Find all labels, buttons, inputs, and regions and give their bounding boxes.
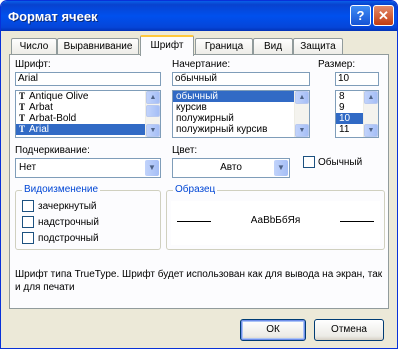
- font-list-item[interactable]: T Arbat: [16, 102, 160, 113]
- tab-number[interactable]: Число: [11, 38, 57, 55]
- size-list[interactable]: 8 9 10 11 ▲ ▼: [335, 90, 379, 138]
- scroll-down-icon[interactable]: ▼: [295, 124, 309, 137]
- scroll-up-icon[interactable]: ▲: [364, 91, 378, 104]
- strikethrough-checkbox[interactable]: [22, 200, 34, 212]
- truetype-icon: T: [19, 113, 26, 123]
- scroll-down-icon[interactable]: ▼: [364, 124, 378, 137]
- scroll-thumb[interactable]: [146, 105, 160, 117]
- close-button[interactable]: ✕: [373, 5, 394, 26]
- style-list-item[interactable]: полужирный курсив: [173, 124, 309, 135]
- truetype-icon: T: [19, 91, 26, 101]
- font-list[interactable]: T Antique Olive T Arbat T Arbat-Bold T Arial…: [15, 90, 161, 138]
- scroll-up-icon[interactable]: ▲: [295, 91, 309, 104]
- font-list-item[interactable]: T Antique Olive: [16, 91, 160, 102]
- font-list-item-selected[interactable]: T Arial: [16, 124, 160, 135]
- preview-box: АаВbБбЯя: [171, 201, 380, 245]
- size-label: Размер:: [318, 59, 356, 70]
- ok-button[interactable]: ОК: [240, 319, 306, 341]
- effects-title: Видоизменение: [22, 184, 101, 195]
- style-list-item-selected[interactable]: обычный: [173, 91, 295, 102]
- title-bar[interactable]: Формат ячеек ? ✕: [1, 1, 397, 31]
- style-list[interactable]: обычный курсив полужирный полужирный кур…: [172, 90, 310, 138]
- superscript-checkbox[interactable]: [22, 216, 34, 228]
- tab-font[interactable]: Шрифт: [140, 35, 194, 56]
- color-label: Цвет:: [172, 145, 198, 156]
- tab-alignment[interactable]: Выравнивание: [57, 38, 139, 55]
- tab-strip: Число Выравнивание Шрифт Граница Вид Защ…: [9, 35, 389, 56]
- style-list-item[interactable]: полужирный: [173, 113, 309, 124]
- preview-sample: АаВbБбЯя: [250, 215, 301, 226]
- chevron-down-icon[interactable]: ▼: [274, 160, 288, 176]
- preview-title: Образец: [173, 184, 218, 195]
- scroll-down-icon[interactable]: ▼: [146, 124, 160, 137]
- truetype-icon: T: [19, 102, 26, 112]
- size-list-item-selected[interactable]: 10: [336, 113, 364, 124]
- font-description: Шрифт типа TrueType. Шрифт будет использ…: [15, 269, 383, 293]
- underline-value: Нет: [19, 162, 37, 173]
- subscript-label: подстрочный: [38, 233, 99, 244]
- tab-view[interactable]: Вид: [253, 38, 293, 55]
- color-value: Авто: [220, 162, 242, 173]
- effects-group: Видоизменение зачеркнутый надстрочный по…: [15, 184, 161, 250]
- chevron-down-icon[interactable]: ▼: [145, 160, 159, 176]
- normal-font-checkbox[interactable]: [303, 156, 315, 168]
- normal-font-label: Обычный: [318, 157, 363, 168]
- strikethrough-label: зачеркнутый: [38, 201, 97, 212]
- tab-protection[interactable]: Защита: [293, 38, 343, 55]
- help-button[interactable]: ?: [350, 5, 371, 26]
- underline-select[interactable]: Нет ▼: [15, 158, 161, 178]
- format-cells-dialog: Формат ячеек ? ✕ Число Выравнивание Шриф…: [0, 0, 398, 349]
- preview-group: Образец АаВbБбЯя: [166, 184, 385, 250]
- font-list-scrollbar[interactable]: ▲ ▼: [145, 91, 160, 137]
- font-input[interactable]: Arial: [15, 72, 161, 86]
- truetype-icon: T: [19, 124, 26, 134]
- font-tab-panel: Шрифт: Arial T Antique Olive T Arbat T Arba…: [9, 54, 389, 309]
- style-list-item[interactable]: курсив: [173, 102, 309, 113]
- underline-label: Подчеркивание:: [15, 145, 90, 156]
- font-label: Шрифт:: [15, 59, 51, 70]
- cancel-button[interactable]: Отмена: [314, 319, 384, 341]
- color-select[interactable]: Авто ▼: [172, 158, 290, 178]
- tab-border[interactable]: Граница: [195, 38, 253, 55]
- scroll-up-icon[interactable]: ▲: [146, 91, 160, 104]
- window-title: Формат ячеек: [8, 9, 98, 24]
- size-input[interactable]: 10: [335, 72, 379, 86]
- style-list-scrollbar[interactable]: ▲ ▼: [294, 91, 309, 137]
- style-input[interactable]: обычный: [172, 72, 310, 86]
- size-list-scrollbar[interactable]: ▲ ▼: [363, 91, 378, 137]
- font-list-item[interactable]: T Arbat-Bold: [16, 113, 160, 124]
- superscript-label: надстрочный: [38, 217, 99, 228]
- subscript-checkbox[interactable]: [22, 232, 34, 244]
- style-label: Начертание:: [172, 59, 231, 70]
